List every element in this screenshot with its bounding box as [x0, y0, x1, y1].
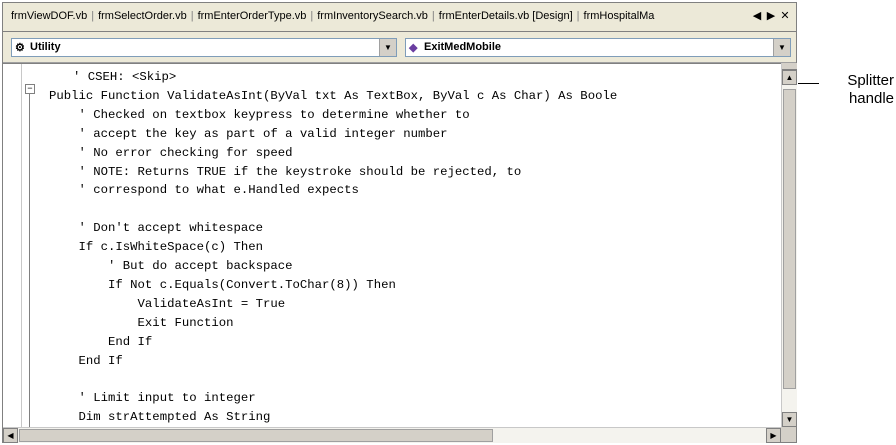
code-line[interactable]: ' Don't accept whitespace: [49, 219, 264, 237]
tab-frmviewdof[interactable]: frmViewDOF.vb: [7, 10, 91, 22]
tab-frminventorysearch[interactable]: frmInventorySearch.vb: [313, 10, 432, 22]
class-name-value: Utility: [30, 41, 61, 53]
code-line[interactable]: ' No error checking for speed: [49, 144, 293, 162]
code-line[interactable]: End If: [49, 333, 152, 351]
utility-class-icon: ⚙: [15, 42, 25, 54]
tab-frmselectorder[interactable]: frmSelectOrder.vb: [94, 10, 191, 22]
document-tabs: frmViewDOF.vb | frmSelectOrder.vb | frmEnter…: [7, 10, 747, 22]
scroll-down-icon[interactable]: ▼: [782, 412, 797, 427]
code-line[interactable]: Exit Function: [49, 314, 234, 332]
scroll-right-icon[interactable]: ▶: [764, 9, 778, 22]
class-name-dropdown[interactable]: ⚙ Utility ▼: [11, 38, 397, 57]
code-line[interactable]: ValidateAsInt = True: [49, 295, 286, 313]
code-line[interactable]: Public Function ValidateAsInt(ByVal txt …: [49, 87, 617, 105]
code-line[interactable]: ' accept the key as part of a valid inte…: [49, 125, 448, 143]
collapse-toggle-icon[interactable]: −: [25, 84, 35, 94]
vertical-scroll-thumb[interactable]: [783, 89, 796, 389]
tab-frmenterdetails-design[interactable]: frmEnterDetails.vb [Design]: [435, 10, 577, 22]
scroll-left-icon[interactable]: ◀: [750, 9, 764, 22]
vertical-scrollbar[interactable]: ▲ ▼: [781, 63, 797, 427]
scroll-right-icon[interactable]: ▶: [766, 428, 781, 443]
horizontal-scroll-thumb[interactable]: [19, 429, 493, 442]
splitter-handle[interactable]: [782, 63, 797, 70]
chevron-down-icon[interactable]: ▼: [773, 39, 790, 56]
callout-leader-line: [798, 83, 819, 84]
code-line[interactable]: ' Checked on textbox keypress to determi…: [49, 106, 470, 124]
code-line[interactable]: End If: [49, 352, 123, 370]
method-icon: ◆: [409, 42, 418, 54]
code-editor-window: frmViewDOF.vb | frmSelectOrder.vb | frmEnter…: [2, 2, 797, 443]
selection-margin[interactable]: [3, 64, 22, 428]
tab-navigation: ◀ ▶ ✕: [750, 9, 792, 22]
code-line[interactable]: ' NOTE: Returns TRUE if the keystroke sh…: [49, 163, 522, 181]
tab-frmhospitalma[interactable]: frmHospitalMa: [580, 10, 659, 22]
tab-frmenterordertype[interactable]: frmEnterOrderType.vb: [194, 10, 311, 22]
code-text-area[interactable]: − ' CSEH: <Skip> Public Function Validate…: [3, 63, 781, 428]
document-tab-strip: frmViewDOF.vb | frmSelectOrder.vb | frmEnter…: [3, 3, 796, 32]
code-line[interactable]: Dim strAttempted As String: [49, 408, 271, 426]
code-line[interactable]: ' CSEH: <Skip>: [73, 68, 176, 86]
callout-label: Splitter handle: [847, 72, 894, 107]
close-icon[interactable]: ✕: [778, 9, 792, 22]
code-line[interactable]: If Not c.Equals(Convert.ToChar(8)) Then: [49, 276, 396, 294]
navigation-bar: ⚙ Utility ▼ ◆ ExitMedMobile ▼: [3, 32, 796, 63]
scroll-left-icon[interactable]: ◀: [3, 428, 18, 443]
code-line[interactable]: ' But do accept backspace: [49, 257, 293, 275]
code-line[interactable]: If c.IsWhiteSpace(c) Then: [49, 238, 264, 256]
method-name-value: ExitMedMobile: [424, 41, 502, 53]
scroll-up-icon[interactable]: ▲: [782, 70, 797, 85]
code-line[interactable]: ' Limit input to integer: [49, 389, 256, 407]
chevron-down-icon[interactable]: ▼: [379, 39, 396, 56]
scrollbar-corner: [781, 427, 796, 442]
horizontal-scrollbar[interactable]: ◀ ▶: [3, 427, 781, 443]
code-line[interactable]: ' correspond to what e.Handled expects: [49, 181, 359, 199]
outline-guide: [29, 87, 30, 428]
method-name-dropdown[interactable]: ◆ ExitMedMobile ▼: [405, 38, 791, 57]
